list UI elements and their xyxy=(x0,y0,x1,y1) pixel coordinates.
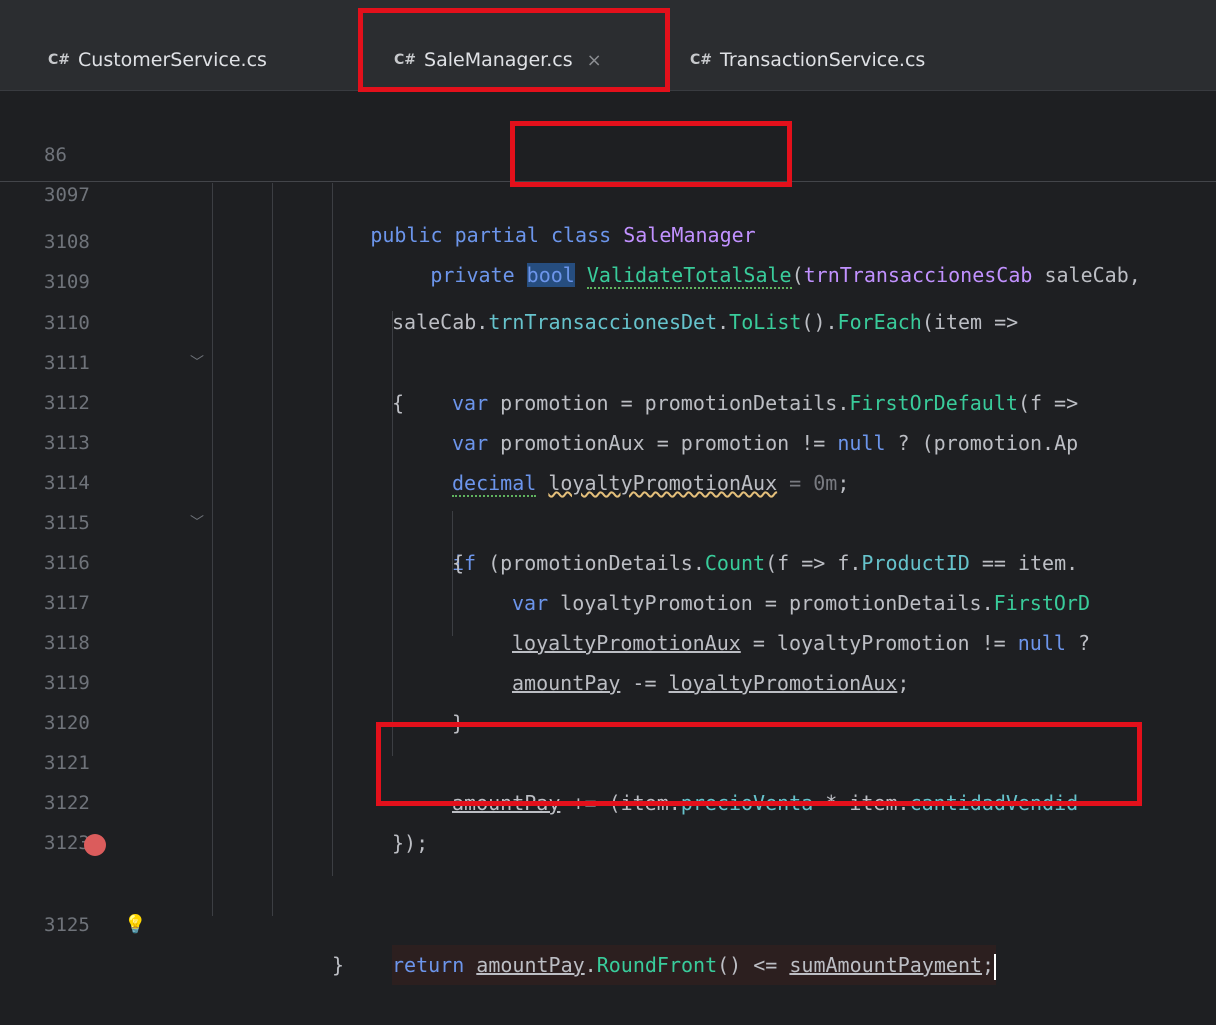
code-line-3125[interactable]: 3125 } xyxy=(0,865,1216,977)
code-line-3115[interactable]: 3115 { xyxy=(0,463,1216,575)
code-line-3118[interactable]: 3118 amountPay -= loyaltyPromotionAux; xyxy=(0,583,1216,695)
code-line-3117[interactable]: 3117 loyaltyPromotionAux = loyaltyPromot… xyxy=(0,543,1216,655)
code-line-3108[interactable]: 3108 xyxy=(0,182,1216,253)
csharp-file-icon: C# xyxy=(48,52,71,68)
tab-label: CustomerService.cs xyxy=(78,49,267,71)
code-line-3120[interactable]: 3120 xyxy=(0,663,1216,734)
line-number: 3125 xyxy=(44,914,90,936)
csharp-file-icon: C# xyxy=(690,52,713,68)
text-caret xyxy=(994,953,997,980)
lightbulb-icon[interactable]: 💡 xyxy=(124,905,146,945)
annotation-box-return xyxy=(376,722,1142,806)
code-line-3109[interactable]: 3109 saleCab.trnTransaccionesDet.ToList(… xyxy=(0,222,1216,334)
code-line-3114[interactable]: 3114 ﹀ if (promotionDetails.Count(f => f… xyxy=(0,423,1216,575)
code-line-3110[interactable]: 3110 ﹀ { xyxy=(0,263,1216,415)
code-text: return amountPay.RoundFront() <= sumAmou… xyxy=(392,945,997,985)
annotation-box-tab xyxy=(358,8,670,92)
tab-customer-service[interactable]: C# CustomerService.cs xyxy=(48,40,267,80)
code-line-3113[interactable]: 3113 decimal loyaltyPromotionAux = 0m; xyxy=(0,383,1216,497)
code-line-3124[interactable]: 💡 return amountPay.RoundFront() <= sumAm… xyxy=(0,825,1216,985)
tab-label: TransactionService.cs xyxy=(720,49,926,71)
annotation-box-method xyxy=(510,121,792,187)
code-line-3119[interactable]: 3119 } xyxy=(0,623,1216,735)
code-line-3116[interactable]: 3116 var loyaltyPromotion = promotionDet… xyxy=(0,503,1216,615)
code-text: } xyxy=(332,953,345,977)
tab-transaction-service[interactable]: C# TransactionService.cs xyxy=(690,40,925,80)
code-line-3112[interactable]: 3112 var promotionAux = promotion != nul… xyxy=(0,343,1216,455)
code-line-3111[interactable]: 3111 var promotion = promotionDetails.Fi… xyxy=(0,303,1216,415)
breakpoint-icon[interactable] xyxy=(84,834,106,856)
